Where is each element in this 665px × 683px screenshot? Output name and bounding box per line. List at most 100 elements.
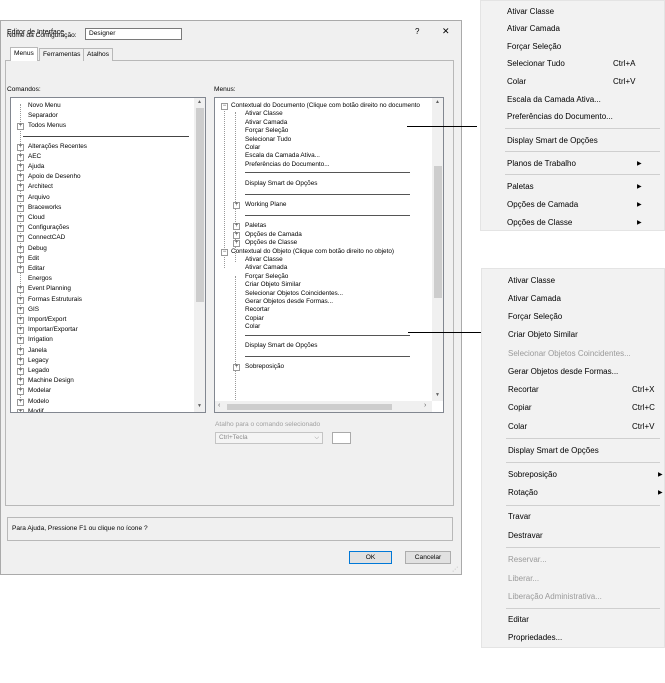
menu-item[interactable]: Colar — [507, 77, 526, 87]
menu-item[interactable]: Opções de Classe — [507, 218, 572, 228]
expand-icon[interactable]: + — [17, 266, 24, 273]
command-item[interactable]: Configurações — [28, 224, 69, 232]
menu-item[interactable]: Forçar Seleção — [507, 42, 561, 52]
tab-ferramentas[interactable]: Ferramentas — [39, 48, 85, 61]
menu-separator-item[interactable] — [245, 356, 410, 357]
scroll-down-icon[interactable]: ▼ — [197, 403, 202, 409]
menu-tree-hscrollbar[interactable]: ‹ › — [215, 401, 432, 412]
menu-tree-item[interactable]: Ativar Classe — [245, 256, 283, 264]
expand-icon[interactable]: + — [17, 153, 24, 161]
menu-item[interactable]: Gerar Objetos desde Formas... — [508, 367, 618, 377]
command-item[interactable]: AEC — [28, 153, 41, 161]
close-icon[interactable]: ✕ — [442, 26, 450, 37]
cancel-button[interactable]: Cancelar — [405, 551, 451, 564]
expand-icon[interactable]: + — [17, 235, 24, 243]
command-item[interactable]: Arquivo — [28, 194, 50, 202]
menu-tree-item[interactable]: Preferências do Documento... — [245, 161, 330, 169]
menu-tree-item[interactable]: Colar — [245, 323, 260, 331]
menu-item[interactable]: Ativar Camada — [508, 294, 561, 304]
menu-item[interactable]: Copiar — [508, 403, 532, 413]
command-item[interactable]: Todos Menus — [28, 122, 66, 130]
menu-tree-item[interactable]: Contextual do Documento (Clique com botã… — [231, 102, 420, 110]
menu-tree-item[interactable]: Escala da Camada Ativa... — [245, 152, 320, 160]
command-item[interactable]: ConnectCAD — [28, 234, 65, 242]
command-item[interactable]: Apoio de Desenho — [28, 173, 81, 181]
command-item[interactable]: Alterações Recentes — [28, 143, 87, 151]
expand-icon[interactable]: + — [233, 223, 240, 231]
ok-button[interactable]: OK — [349, 551, 392, 564]
menu-item[interactable]: Ativar Classe — [507, 7, 554, 17]
menu-tree-item[interactable]: Criar Objeto Similar — [245, 281, 301, 289]
expand-icon[interactable]: + — [233, 231, 240, 239]
menu-tree-item[interactable]: Forçar Seleção — [245, 273, 288, 281]
command-item[interactable]: Janela — [28, 347, 47, 355]
collapse-icon[interactable]: − — [221, 248, 228, 256]
expand-icon[interactable]: + — [17, 317, 24, 324]
expand-icon[interactable]: + — [17, 286, 24, 294]
menu-tree-item[interactable]: Gerar Objetos desde Formas... — [245, 298, 333, 306]
expand-icon[interactable]: + — [17, 337, 24, 345]
command-item[interactable]: Ajuda — [28, 163, 44, 171]
menu-item[interactable]: Selecionar Tudo — [507, 59, 565, 69]
menu-item[interactable]: Propriedades... — [508, 633, 562, 643]
menu-tree-item[interactable]: Selecionar Objetos Coincidentes... — [245, 290, 343, 298]
expand-icon[interactable]: + — [17, 225, 24, 233]
command-item[interactable]: Braceworks — [28, 204, 61, 212]
menu-tree-item[interactable]: Forçar Seleção — [245, 127, 288, 135]
menu-tree-item[interactable]: Ativar Classe — [245, 110, 283, 118]
tab-menus[interactable]: Menus — [10, 47, 38, 61]
menu-tree-item[interactable]: Contextual do Objeto (Clique com botão d… — [231, 248, 394, 256]
scroll-thumb[interactable] — [196, 108, 204, 302]
command-item[interactable]: Modelo — [28, 398, 49, 406]
command-item[interactable]: Novo Menu — [28, 102, 61, 110]
shortcut-key-field[interactable] — [332, 432, 351, 444]
expand-icon[interactable]: + — [17, 408, 24, 412]
expand-icon[interactable]: + — [17, 398, 24, 406]
commands-list[interactable]: Novo Menu Separador + Todos Menus + Alteraçõe… — [10, 97, 206, 413]
command-item[interactable]: Edit — [28, 255, 39, 263]
menu-item[interactable]: Preferências do Documento... — [507, 112, 613, 122]
menu-item[interactable]: Ativar Camada — [507, 24, 560, 34]
scroll-right-icon[interactable]: › — [424, 402, 426, 409]
expand-icon[interactable]: + — [233, 240, 240, 248]
menu-item[interactable]: Opções de Camada — [507, 200, 578, 210]
command-item[interactable]: Irrigation — [28, 336, 53, 344]
menu-item[interactable]: Rotação — [508, 488, 538, 498]
menu-separator-item[interactable] — [245, 193, 410, 195]
command-item[interactable]: Editar — [28, 265, 45, 273]
menu-tree-item[interactable]: Opções de Classe — [245, 239, 297, 247]
menu-tree-vscrollbar[interactable]: ▲ ▼ — [432, 98, 443, 401]
menu-tree-item[interactable]: Colar — [245, 144, 260, 152]
scroll-left-icon[interactable]: ‹ — [218, 402, 220, 409]
expand-icon[interactable]: + — [17, 204, 24, 212]
menu-item[interactable]: Display Smart de Opções — [507, 136, 598, 146]
menu-tree-item[interactable]: Copiar — [245, 315, 264, 323]
expand-icon[interactable]: + — [17, 174, 24, 182]
help-button[interactable]: ? — [415, 27, 419, 36]
menu-item[interactable]: Planos de Trabalho — [507, 159, 576, 169]
menu-item[interactable]: Sobreposição — [508, 470, 557, 480]
command-item[interactable]: Legado — [28, 367, 49, 375]
menu-item[interactable]: Editar — [508, 615, 529, 625]
menu-tree-item[interactable]: Selecionar Tudo — [245, 136, 291, 144]
command-item[interactable]: Importar/Exportar — [28, 326, 78, 334]
menu-tree-item[interactable]: Sobreposição — [245, 363, 284, 371]
expand-icon[interactable]: + — [17, 215, 24, 222]
collapse-icon[interactable]: − — [221, 103, 228, 110]
resize-grip-icon[interactable]: ⋰ — [452, 566, 458, 573]
expand-icon[interactable]: + — [17, 368, 24, 375]
menu-tree[interactable]: − Contextual do Documento (Clique com bot… — [214, 97, 444, 413]
command-item[interactable]: Modif — [28, 408, 44, 412]
menu-separator-item[interactable] — [245, 215, 410, 216]
menu-tree-item[interactable]: Display Smart de Opções — [245, 342, 317, 350]
command-item[interactable]: Cloud — [28, 214, 45, 222]
menu-item[interactable]: Travar — [508, 512, 531, 522]
menu-item[interactable]: Colar — [508, 422, 527, 432]
menu-separator-item[interactable] — [245, 172, 410, 174]
expand-icon[interactable]: + — [17, 357, 24, 365]
command-item[interactable]: Separador — [28, 112, 58, 120]
expand-icon[interactable]: + — [17, 164, 24, 171]
config-name-input[interactable]: Designer — [85, 28, 182, 40]
command-item[interactable]: Formas Estruturais — [28, 296, 82, 304]
expand-icon[interactable]: + — [233, 364, 240, 372]
